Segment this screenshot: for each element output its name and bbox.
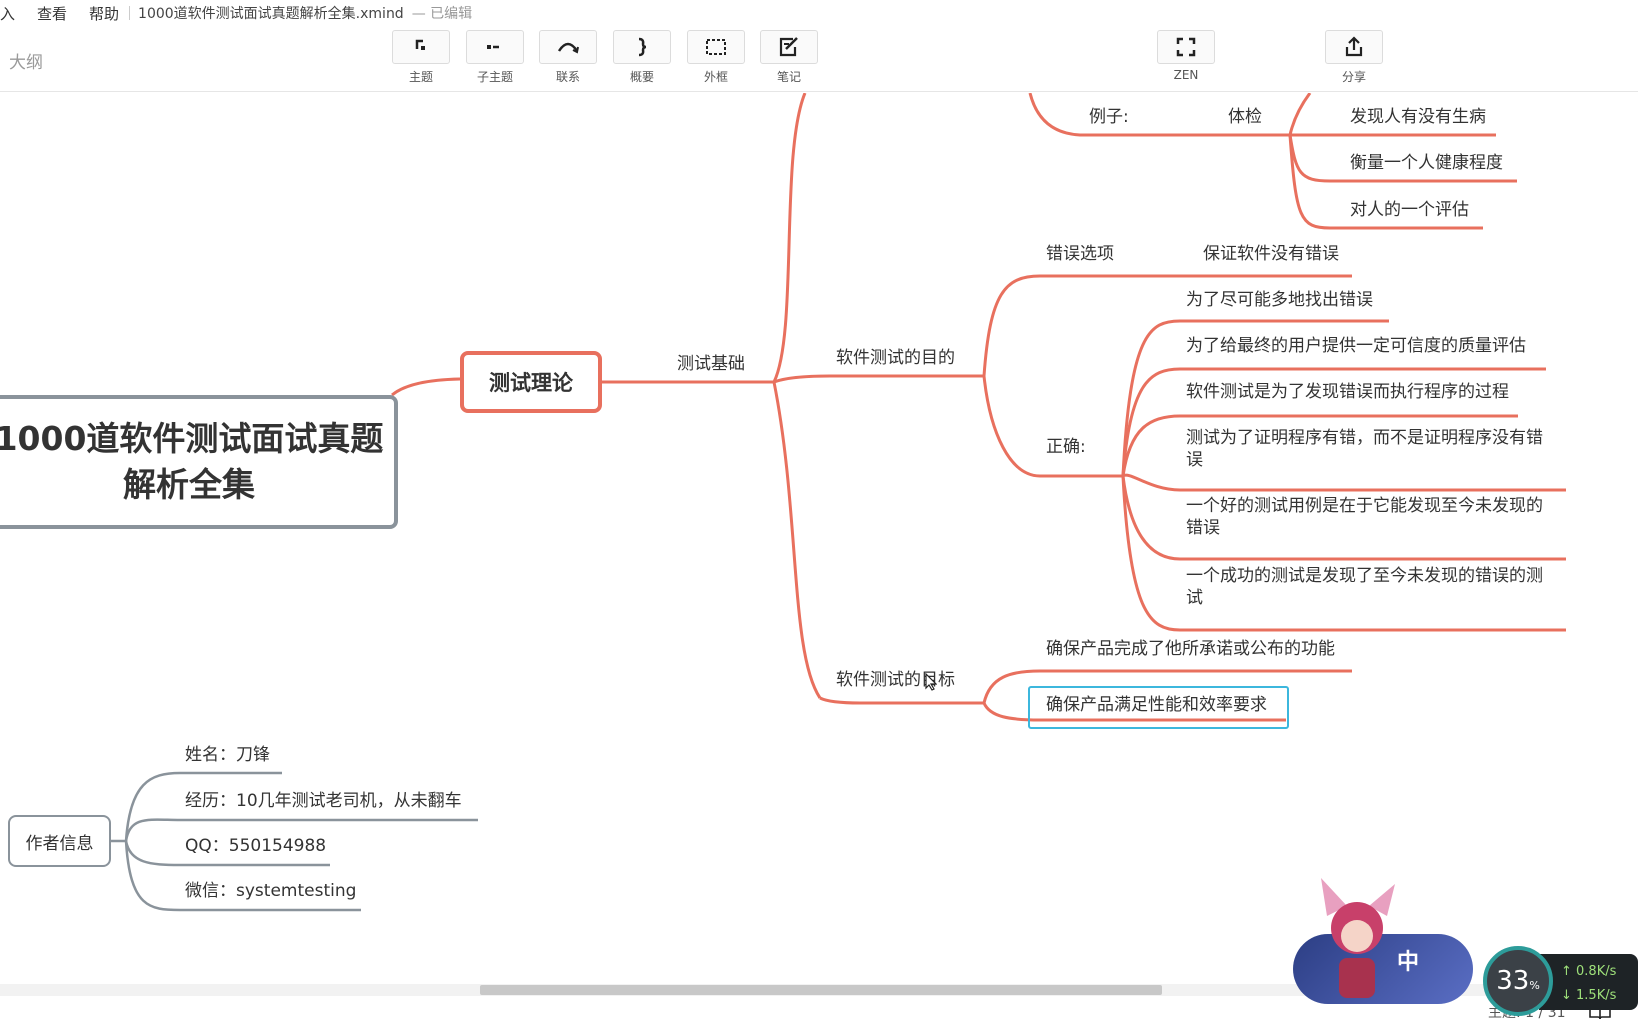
right-option-item[interactable]: 一个成功的测试是发现了至今未发现的错误的测试 — [1186, 565, 1556, 609]
network-monitor[interactable]: ↑ 0.8K/s ↓ 1.5K/s 33% — [1483, 946, 1638, 1024]
cpu-unit: % — [1529, 978, 1540, 992]
right-option-item[interactable]: 为了尽可能多地找出错误 — [1186, 289, 1373, 311]
mascot-icon — [1321, 878, 1395, 998]
goal-topic[interactable]: 软件测试的目标 — [836, 669, 955, 691]
relationship-icon — [557, 42, 579, 54]
topic-button[interactable] — [392, 30, 450, 64]
branch-testing-basics[interactable]: 测试基础 — [677, 353, 745, 375]
subtopic-button[interactable] — [466, 30, 524, 64]
right-option-item[interactable]: 软件测试是为了发现错误而执行程序的过程 — [1186, 381, 1509, 403]
network-rates: ↑ 0.8K/s ↓ 1.5K/s — [1539, 954, 1638, 1010]
ime-mode-char: 中 — [1397, 950, 1420, 975]
topic-label: 主题 — [408, 70, 433, 84]
boundary-label: 外框 — [703, 70, 728, 84]
share-icon — [1345, 36, 1363, 57]
document-title: 1000道软件测试面试真题解析全集.xmind — [138, 6, 404, 22]
example-item[interactable]: 对人的一个评估 — [1350, 199, 1469, 221]
edited-status: — 已编辑 — [411, 6, 473, 22]
relationship-button[interactable] — [539, 30, 597, 64]
note-button[interactable] — [760, 30, 818, 64]
scrollbar-thumb[interactable] — [480, 985, 1162, 995]
right-option-item[interactable]: 为了给最终的用户提供一定可信度的质量评估 — [1186, 335, 1526, 357]
zen-button[interactable] — [1157, 30, 1215, 64]
right-option-item[interactable]: 测试为了证明程序有错，而不是证明程序没有错误 — [1186, 427, 1556, 471]
author-info-topic[interactable]: 作者信息 — [8, 815, 111, 867]
purpose-topic[interactable]: 软件测试的目的 — [836, 347, 955, 369]
relationship-tool[interactable]: 联系 — [539, 30, 597, 85]
ime-widget[interactable]: 中 — [1293, 878, 1473, 1004]
main-topic-testing-theory[interactable]: 测试理论 — [460, 351, 602, 413]
download-rate: ↓ 1.5K/s — [1561, 988, 1617, 1003]
cpu-gauge: 33% — [1483, 946, 1553, 1016]
example-label[interactable]: 例子: — [1089, 106, 1129, 128]
boundary-button[interactable] — [687, 30, 745, 64]
author-item[interactable]: 姓名：刀锋 — [185, 744, 270, 766]
right-option-item[interactable]: 一个好的测试用例是在于它能发现至今未发现的错误 — [1186, 495, 1556, 539]
wrong-option-label[interactable]: 错误选项 — [1046, 243, 1114, 265]
right-option-label[interactable]: 正确: — [1046, 436, 1086, 458]
author-item[interactable]: QQ：550154988 — [185, 835, 326, 857]
subtopic-icon — [487, 45, 499, 49]
toolbar: 大纲 主题 子主题 联系 概要 外框 笔记 ZEN 分享 — [0, 26, 1638, 92]
upload-rate-value: 0.8K/s — [1576, 964, 1617, 979]
menu-item-view[interactable]: 查看 — [37, 3, 67, 24]
example-item[interactable]: 衡量一个人健康程度 — [1350, 152, 1503, 174]
upload-rate: ↑ 0.8K/s — [1561, 964, 1617, 979]
author-item[interactable]: 经历：10几年测试老司机，从未翻车 — [185, 790, 462, 812]
menu-bar: 入 查看 帮助 1000道软件测试面试真题解析全集.xmind — 已编辑 — [0, 0, 1638, 26]
share-label: 分享 — [1341, 70, 1366, 84]
subtopic-tool[interactable]: 子主题 — [466, 30, 524, 85]
share-tool[interactable]: 分享 — [1325, 30, 1383, 85]
share-button[interactable] — [1325, 30, 1383, 64]
boundary-icon — [706, 39, 726, 55]
goal-item[interactable]: 确保产品完成了他所承诺或公布的功能 — [1046, 638, 1335, 660]
summary-tool[interactable]: 概要 — [613, 30, 671, 85]
zen-label: ZEN — [1173, 68, 1199, 82]
central-topic[interactable]: 1000道软件测试面试真题解析全集 — [0, 395, 398, 529]
note-tool[interactable]: 笔记 — [760, 30, 818, 85]
note-icon — [779, 37, 798, 57]
mouse-cursor-icon — [925, 673, 937, 691]
mindmap-canvas[interactable]: 1000道软件测试面试真题解析全集 测试理论 测试基础 例子: 体检 发现人有没… — [0, 93, 1638, 985]
topic-icon — [415, 39, 425, 50]
example-sub-physical-check[interactable]: 体检 — [1228, 106, 1262, 128]
note-label: 笔记 — [776, 70, 801, 84]
author-item[interactable]: 微信：systemtesting — [185, 880, 356, 902]
summary-label: 概要 — [629, 70, 654, 84]
goal-item-selected[interactable]: 确保产品满足性能和效率要求 — [1046, 694, 1267, 716]
relationship-label: 联系 — [555, 70, 580, 84]
download-rate-value: 1.5K/s — [1576, 988, 1617, 1003]
topic-tool[interactable]: 主题 — [392, 30, 450, 85]
summary-button[interactable] — [613, 30, 671, 64]
fullscreen-icon — [1176, 37, 1196, 57]
outline-button[interactable]: 大纲 — [9, 48, 43, 73]
boundary-tool[interactable]: 外框 — [687, 30, 745, 85]
subtopic-label: 子主题 — [476, 70, 513, 84]
cpu-percent: 33 — [1496, 966, 1530, 996]
menu-separator — [129, 6, 131, 20]
summary-icon — [638, 37, 647, 57]
zen-tool[interactable]: ZEN — [1157, 30, 1215, 82]
menu-item-insert[interactable]: 入 — [0, 3, 15, 24]
menu-item-help[interactable]: 帮助 — [89, 3, 119, 24]
wrong-option-item[interactable]: 保证软件没有错误 — [1203, 243, 1339, 265]
example-item[interactable]: 发现人有没有生病 — [1350, 106, 1486, 128]
